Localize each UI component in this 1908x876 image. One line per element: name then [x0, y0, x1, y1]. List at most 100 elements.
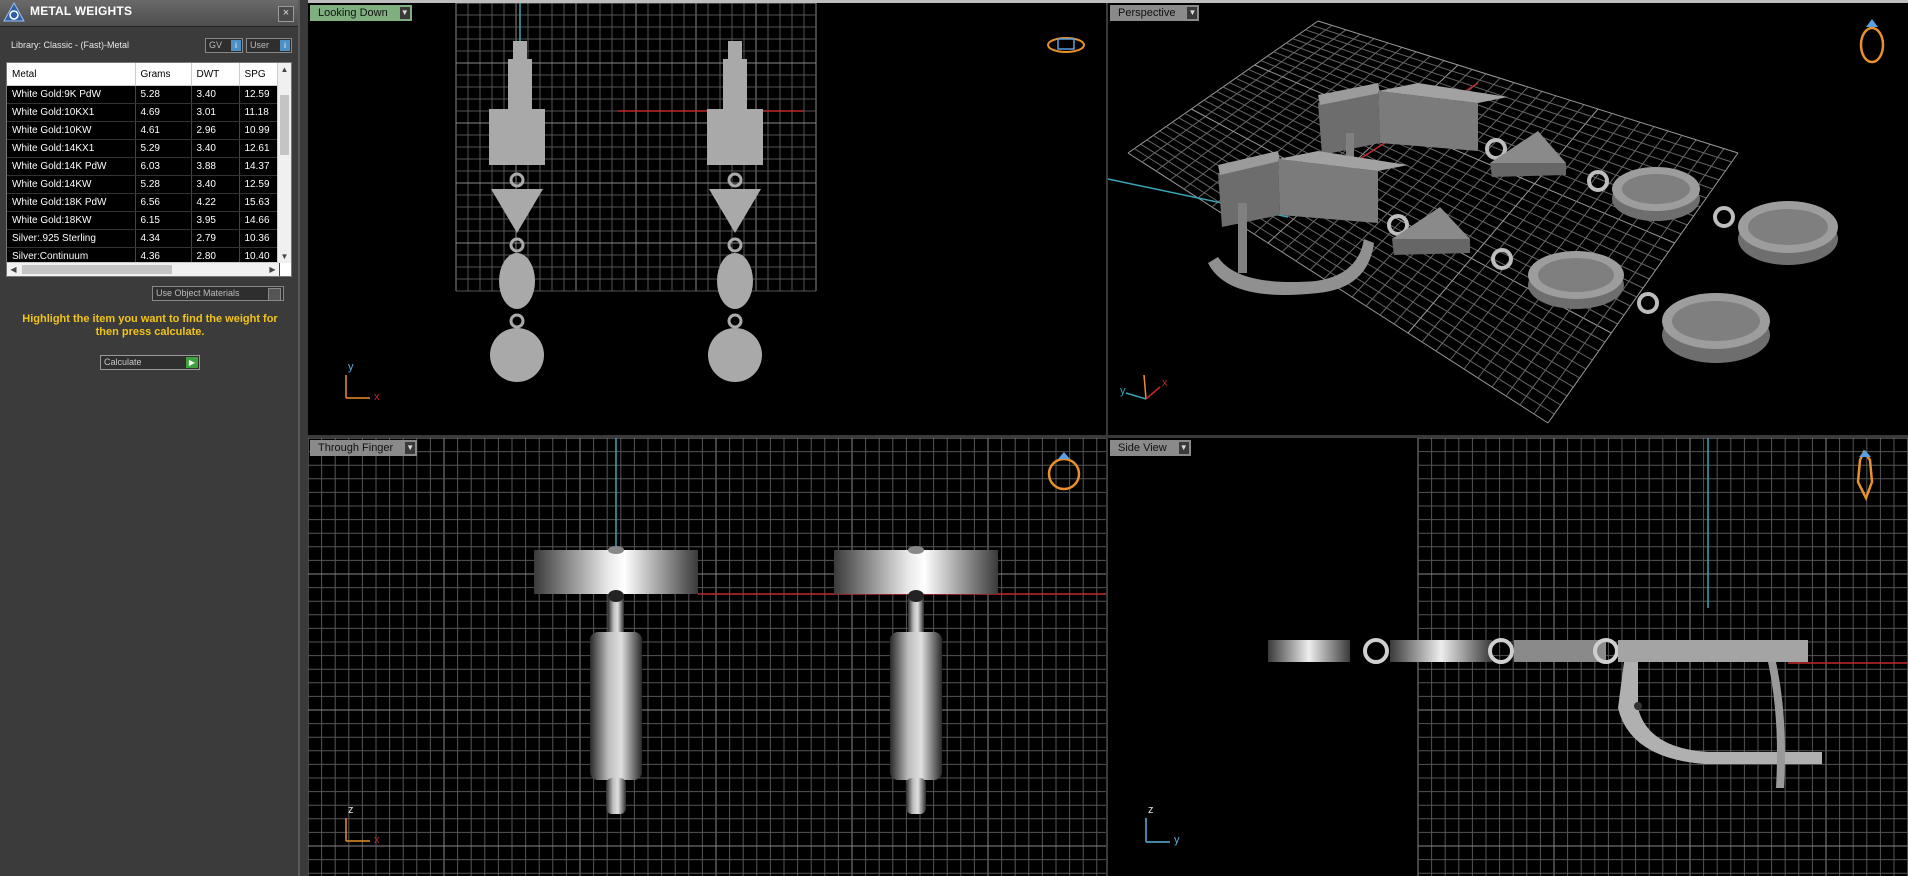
table-row[interactable]: White Gold:14K PdW 6.03 3.88 14.37: [7, 157, 280, 176]
earring-right-front: [834, 546, 998, 814]
table-row[interactable]: White Gold:14KX1 5.29 3.40 12.61: [7, 139, 280, 158]
table-row[interactable]: White Gold:10KX1 4.69 3.01 11.18: [7, 103, 280, 122]
user-toggle-label: User: [250, 40, 270, 50]
vertical-scrollbar[interactable]: ▲ ▼: [277, 63, 291, 263]
chevron-down-icon[interactable]: ▼: [405, 442, 416, 454]
hscroll-thumb[interactable]: [22, 265, 172, 274]
checkbox-icon[interactable]: [268, 288, 281, 301]
cell-grams: 5.28: [135, 85, 192, 104]
panel-title: METAL WEIGHTS: [30, 4, 133, 18]
scroll-down-icon[interactable]: ▼: [278, 250, 291, 263]
cell-grams: 5.29: [135, 139, 192, 158]
earring-left-top: [489, 41, 545, 382]
axis-label-z: z: [348, 804, 354, 816]
column-header-grams[interactable]: Grams: [135, 63, 192, 86]
cell-dwt: 3.40: [191, 175, 240, 194]
cell-grams: 4.61: [135, 121, 192, 140]
viewport-label-through-finger[interactable]: Through Finger ▼: [310, 440, 418, 456]
cell-grams: 6.15: [135, 211, 192, 230]
viewport-label-looking-down[interactable]: Looking Down ▼: [310, 5, 412, 21]
chevron-down-icon[interactable]: ▼: [1178, 442, 1189, 454]
cell-grams: 6.56: [135, 193, 192, 212]
table-row[interactable]: Silver:.925 Sterling 4.34 2.79 10.36: [7, 229, 280, 248]
viewport-perspective[interactable]: y x Perspective ▼: [1108, 3, 1908, 435]
viewport-looking-down[interactable]: y x Looking Down ▼: [308, 3, 1106, 435]
cell-dwt: 4.22: [191, 193, 240, 212]
gv-toggle-label: GV: [209, 40, 223, 50]
table-row[interactable]: White Gold:18KW 6.15 3.95 14.66: [7, 211, 280, 230]
cell-spg: 12.61: [239, 139, 280, 158]
axis-gizmo: [1125, 374, 1161, 400]
cell-grams: 4.69: [135, 103, 192, 122]
info-icon[interactable]: i: [231, 40, 241, 51]
viewport-side-view[interactable]: z y Side View ▼: [1108, 438, 1908, 876]
axis-gizmo: [345, 375, 370, 399]
earring-side: [1268, 638, 1822, 788]
earring-right-top: [707, 41, 763, 382]
side-view-scene: [1145, 438, 1908, 876]
ring-view-icon[interactable]: [1047, 452, 1081, 491]
table-row[interactable]: White Gold:9K PdW 5.28 3.40 12.59: [7, 85, 280, 104]
axis-label-y: y: [1120, 385, 1126, 397]
cell-spg: 14.66: [239, 211, 280, 230]
viewport-label-text: Side View: [1118, 442, 1167, 454]
calculate-label: Calculate: [104, 357, 142, 367]
cell-dwt: 3.40: [191, 85, 240, 104]
perspective-scene: [1108, 19, 1885, 424]
column-header-spg[interactable]: SPG: [239, 63, 280, 86]
cell-spg: 15.63: [239, 193, 280, 212]
cell-metal: White Gold:14K PdW: [7, 157, 136, 176]
axis-gizmo: [345, 818, 370, 842]
view-cube-icon[interactable]: [1047, 37, 1085, 53]
cell-metal: White Gold:9K PdW: [7, 85, 136, 104]
viewport-label-perspective[interactable]: Perspective ▼: [1110, 5, 1200, 21]
ring-side-view-icon[interactable]: [1856, 449, 1874, 502]
table-row[interactable]: White Gold:14KW 5.28 3.40 12.59: [7, 175, 280, 194]
chevron-down-icon[interactable]: ▼: [399, 7, 410, 19]
column-header-metal[interactable]: Metal: [7, 63, 136, 86]
viewport-label-text: Looking Down: [318, 7, 388, 19]
cell-dwt: 2.79: [191, 229, 240, 248]
instruction-text: Highlight the item you want to find the …: [22, 313, 278, 338]
info-icon[interactable]: i: [280, 40, 290, 51]
viewport-label-text: Through Finger: [318, 442, 394, 454]
cell-dwt: 3.88: [191, 157, 240, 176]
viewport-label-side-view[interactable]: Side View ▼: [1110, 440, 1191, 456]
viewport-label-text: Perspective: [1118, 7, 1176, 19]
library-label: Library: Classic - (Fast)-Metal: [11, 40, 130, 50]
chevron-down-icon[interactable]: ▼: [1187, 7, 1198, 19]
use-object-materials-checkbox[interactable]: Use Object Materials: [152, 286, 284, 301]
cell-metal: Silver:.925 Sterling: [7, 229, 136, 248]
column-header-dwt[interactable]: DWT: [191, 63, 240, 86]
axis-label-x: x: [1162, 377, 1168, 389]
scroll-left-icon[interactable]: ◀: [7, 263, 20, 276]
calculate-button[interactable]: Calculate ▶: [100, 355, 200, 370]
cell-dwt: 3.95: [191, 211, 240, 230]
table-row[interactable]: White Gold:18K PdW 6.56 4.22 15.63: [7, 193, 280, 212]
front-grid: [308, 438, 1106, 876]
axis-label-z: z: [1148, 804, 1154, 816]
cell-spg: 10.99: [239, 121, 280, 140]
cell-spg: 10.36: [239, 229, 280, 248]
viewport-through-finger[interactable]: z x Through Finger ▼: [308, 438, 1106, 876]
user-toggle[interactable]: User i: [246, 38, 292, 53]
cell-metal: White Gold:14KX1: [7, 139, 136, 158]
close-icon[interactable]: ×: [278, 6, 294, 22]
table-row[interactable]: White Gold:10KW 4.61 2.96 10.99: [7, 121, 280, 140]
metal-weights-panel: METAL WEIGHTS × Library: Classic - (Fast…: [0, 0, 300, 876]
cell-dwt: 3.01: [191, 103, 240, 122]
scroll-up-icon[interactable]: ▲: [278, 63, 291, 76]
horizontal-scrollbar[interactable]: ◀ ▶: [7, 262, 279, 276]
gv-toggle[interactable]: GV i: [205, 38, 243, 53]
play-icon: ▶: [186, 357, 198, 368]
axis-gizmo: [1145, 818, 1170, 843]
ring-view-icon[interactable]: [1859, 19, 1885, 64]
scroll-right-icon[interactable]: ▶: [266, 263, 279, 276]
earring-left-front: [534, 546, 698, 814]
top-view-scene: [345, 3, 1085, 399]
axis-label-y: y: [348, 361, 354, 373]
metal-table-container: Metal Grams DWT SPG White Gold:9K PdW 5.2…: [6, 62, 292, 277]
cell-metal: White Gold:18K PdW: [7, 193, 136, 212]
scroll-thumb[interactable]: [280, 95, 289, 155]
cell-metal: White Gold:10KW: [7, 121, 136, 140]
